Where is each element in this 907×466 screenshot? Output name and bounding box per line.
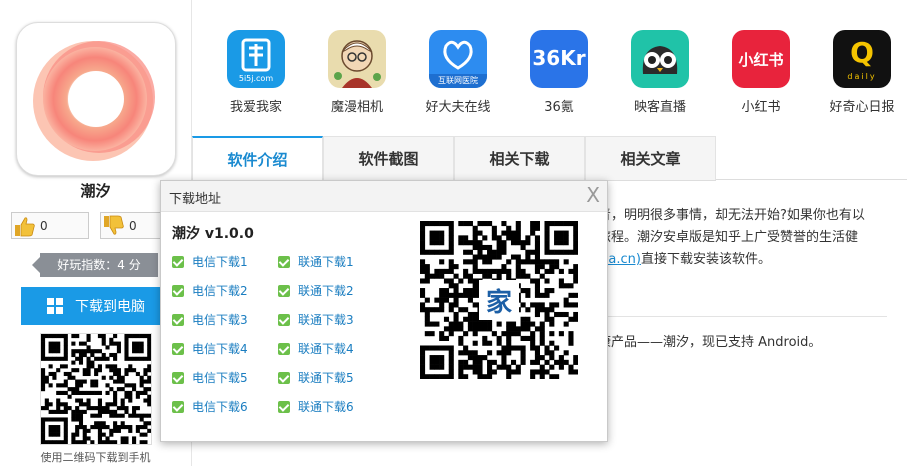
haodaifu-caption: 互联网医院 (438, 76, 478, 85)
related-app-haodaifu[interactable]: 互联网医院 好大夫在线 (416, 30, 500, 115)
download-to-pc-label: 下载到电脑 (75, 299, 145, 315)
haoqixin-logo-letter: Q (850, 36, 874, 69)
check-icon (278, 255, 290, 268)
download-to-pc-button[interactable]: 下载到电脑 (21, 287, 171, 325)
related-app-label: 好大夫在线 (425, 100, 491, 115)
score-badge: 好玩指数：4 分 (32, 253, 158, 277)
telecom-download-link[interactable]: 电信下载5 (172, 369, 248, 386)
xiaohongshu-icon: 小红书 (732, 30, 790, 88)
telecom-download-link[interactable]: 电信下载2 (172, 282, 248, 299)
related-app-36kr[interactable]: 36Kr 36氪 (517, 30, 601, 115)
related-app-label: 魔漫相机 (330, 100, 383, 115)
article-line-4: 康产品——潮汐，现已支持 Android。 (598, 335, 822, 350)
version-label: 潮汐 v1.0.0 (172, 226, 254, 242)
check-icon (172, 400, 184, 413)
check-icon (278, 342, 290, 355)
link-label: 电信下载6 (192, 400, 248, 414)
haoqixin-logo-sub: daily (847, 72, 877, 81)
link-label: 电信下载4 (192, 342, 248, 356)
check-icon (278, 284, 290, 297)
related-app-xiaohongshu[interactable]: 小红书 小红书 (719, 30, 803, 115)
article-line-1: 青，明明很多事情，却无法开始?如果你也有以 (598, 208, 865, 223)
dialog-header: 下载地址 X (161, 181, 607, 212)
woaiwojia-url: 5i5j.com (238, 74, 274, 83)
36kr-logo-text: 36Kr (532, 46, 586, 70)
tab-screenshots[interactable]: 软件截图 (323, 136, 454, 180)
link-label: 联通下载6 (298, 400, 354, 414)
unicom-download-link[interactable]: 联通下载1 (278, 253, 354, 270)
close-icon[interactable]: X (586, 183, 600, 207)
tab-related-downloads[interactable]: 相关下载 (454, 136, 585, 180)
tab-underline (716, 179, 907, 180)
check-icon (172, 371, 184, 384)
article-line-3: iza.cn)直接下载安装该软件。 (598, 248, 771, 267)
thumbs-down-icon (104, 215, 124, 235)
unicom-download-link[interactable]: 联通下载2 (278, 282, 354, 299)
momanxiangji-icon (328, 30, 386, 88)
unicom-download-link[interactable]: 联通下载3 (278, 311, 354, 328)
check-icon (278, 371, 290, 384)
qr-caption: 使用二维码下载到手机 (40, 451, 151, 464)
link-label: 电信下载1 (192, 255, 248, 269)
telecom-download-link[interactable]: 电信下载1 (172, 253, 248, 270)
link-label: 联通下载5 (298, 371, 354, 385)
check-icon (172, 284, 184, 297)
link-label: 联通下载4 (298, 342, 354, 356)
related-app-label: 我爱我家 (229, 100, 282, 115)
check-icon (172, 255, 184, 268)
link-label: 电信下载5 (192, 371, 248, 385)
download-qr-code: 家 (420, 221, 579, 380)
related-app-label: 36氪 (544, 100, 574, 115)
telecom-download-link[interactable]: 电信下载3 (172, 311, 248, 328)
haoqixin-icon: Q daily (833, 30, 891, 88)
36kr-icon: 36Kr (530, 30, 588, 88)
woaiwojia-icon: 5i5j.com (227, 30, 285, 88)
like-count: 0 (40, 218, 48, 233)
link-label: 联通下载1 (298, 255, 354, 269)
telecom-download-link[interactable]: 电信下载6 (172, 398, 248, 415)
related-app-label: 小红书 (741, 100, 781, 115)
tab-intro[interactable]: 软件介绍 (192, 136, 323, 180)
xiaohongshu-logo-text: 小红书 (738, 51, 784, 69)
related-app-label: 映客直播 (633, 100, 686, 115)
mobile-download-qr-code (40, 333, 152, 445)
windows-icon (47, 298, 63, 314)
check-icon (172, 313, 184, 326)
unicom-download-link[interactable]: 联通下载6 (278, 398, 354, 415)
detail-tabs: 软件介绍 软件截图 相关下载 相关文章 (192, 136, 716, 181)
yingke-icon (631, 30, 689, 88)
article-divider (598, 316, 887, 317)
download-dialog: 下载地址 X 潮汐 v1.0.0 电信下载1 电信下载2 电信下载3 电信下载4… (160, 180, 608, 442)
related-app-yingke[interactable]: 映客直播 (618, 30, 702, 115)
check-icon (278, 313, 290, 326)
related-app-haoqixin[interactable]: Q daily 好奇心日报 (820, 30, 904, 115)
unicom-download-link[interactable]: 联通下载5 (278, 369, 354, 386)
related-app-momanxiangji[interactable]: 魔漫相机 (315, 30, 399, 115)
chaoxi-app-icon (16, 22, 176, 176)
qr-logo-badge: 家 (479, 280, 519, 320)
dialog-title: 下载地址 (169, 192, 222, 207)
haodaifu-icon: 互联网医院 (429, 30, 487, 88)
link-label: 联通下载2 (298, 284, 354, 298)
article-line-2: 旅程。潮汐安卓版是知乎上广受赞誉的生活健 (598, 230, 859, 245)
link-label: 电信下载2 (192, 284, 248, 298)
link-label: 电信下载3 (192, 313, 248, 327)
like-button[interactable]: 0 (11, 212, 89, 239)
dislike-count: 0 (129, 218, 137, 233)
link-label: 联通下载3 (298, 313, 354, 327)
unicom-download-link[interactable]: 联通下载4 (278, 340, 354, 357)
telecom-download-link[interactable]: 电信下载4 (172, 340, 248, 357)
related-app-label: 好奇心日报 (829, 100, 895, 115)
check-icon (278, 400, 290, 413)
tab-related-articles[interactable]: 相关文章 (585, 136, 716, 180)
related-app-woaiwojia[interactable]: 5i5j.com 我爱我家 (214, 30, 298, 115)
check-icon (172, 342, 184, 355)
thumbs-up-icon (15, 216, 35, 236)
article-line-3-text: 直接下载安装该软件。 (641, 252, 772, 267)
